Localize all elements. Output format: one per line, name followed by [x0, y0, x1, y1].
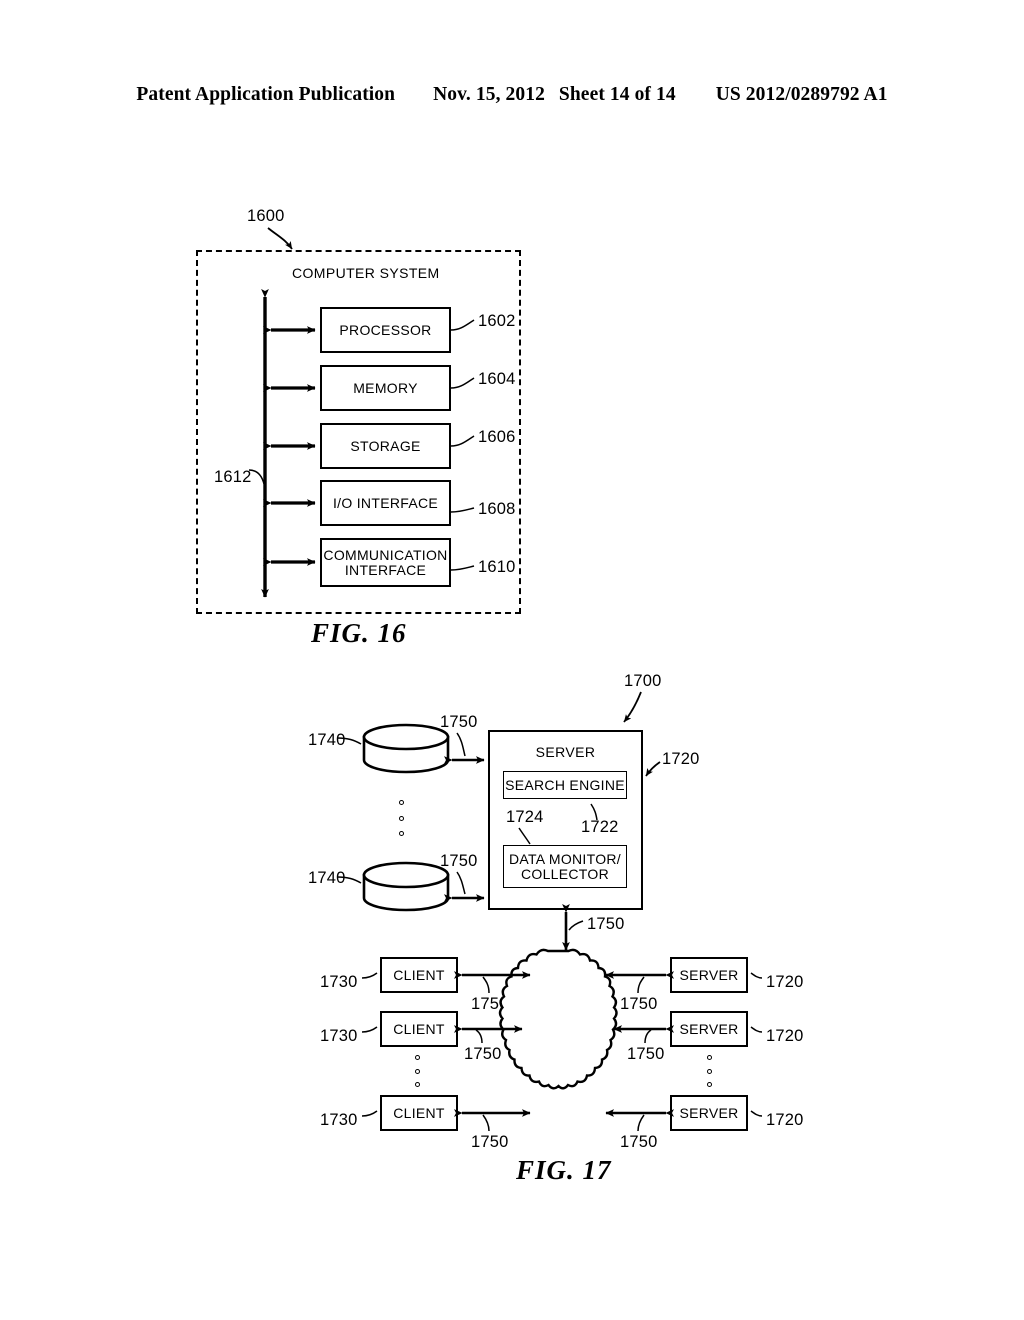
network-server-label-2: SERVER	[679, 1020, 739, 1037]
ref-1730-client-1: 1730	[320, 973, 358, 991]
client-box-3: CLIENT	[380, 1095, 458, 1131]
figure-16-caption: FIG. 16	[311, 618, 407, 648]
ref-1604: 1604	[478, 370, 516, 388]
ref-1724: 1724	[506, 808, 544, 826]
leader-1720-main	[645, 761, 661, 777]
header-sheet-label: Sheet 14 of 14	[558, 84, 676, 105]
network-cloud-icon	[498, 948, 618, 1090]
ref-1602: 1602	[478, 312, 516, 330]
ref-1750-server-link-1: 1750	[620, 995, 658, 1013]
ref-1750-top-store-link: 1750	[440, 713, 478, 731]
page-header: Patent Application Publication Nov. 15, …	[0, 84, 1024, 110]
network-cloud-label: NETWORK 1710	[522, 1027, 616, 1065]
data-store-icon-top	[362, 723, 450, 774]
ref-1750-client-link-2: 1750	[464, 1045, 502, 1063]
ref-1730-client-2: 1730	[320, 1027, 358, 1045]
computer-system-title: COMPUTER SYSTEM	[292, 265, 440, 281]
figure-17-caption: FIG. 17	[516, 1155, 612, 1185]
leader-1700	[623, 691, 642, 723]
network-server-label-1: SERVER	[679, 966, 739, 983]
ref-1720-server-1: 1720	[766, 973, 804, 991]
ref-1710: 1710	[552, 1047, 586, 1063]
header-date-label: Nov. 15, 2012	[433, 84, 545, 105]
io-interface-label: I/O INTERFACE	[332, 494, 439, 511]
ref-1720-server-3: 1720	[766, 1111, 804, 1129]
ref-1740-bottom: 1740	[308, 869, 346, 887]
communication-interface-box: COMMUNICATION INTERFACE	[320, 538, 451, 587]
figure-vector-layer	[248, 227, 763, 1132]
network-name: NETWORK	[532, 1028, 606, 1044]
ref-1750-server-link-3: 1750	[620, 1133, 658, 1151]
leader-1750-bottom	[456, 871, 466, 895]
client-box-1: CLIENT	[380, 957, 458, 993]
ref-1720-main-server: 1720	[662, 750, 700, 768]
main-server-label: SERVER	[535, 744, 596, 760]
data-monitor-collector-box: DATA MONITOR/ COLLECTOR	[503, 845, 627, 888]
memory-label: MEMORY	[353, 379, 418, 396]
client-ellipsis	[414, 1055, 420, 1087]
ref-1750-bottom-store-link: 1750	[440, 852, 478, 870]
ref-1750-uplink: 1750	[587, 915, 625, 933]
ref-1740-top: 1740	[308, 731, 346, 749]
server-ellipsis	[706, 1055, 712, 1087]
ref-1608: 1608	[478, 500, 516, 518]
client-box-2: CLIENT	[380, 1011, 458, 1047]
ref-1750-client-link-3: 1750	[471, 1133, 509, 1151]
search-engine-box: SEARCH ENGINE	[503, 771, 627, 799]
ref-1750-server-link-2: 1750	[627, 1045, 665, 1063]
data-monitor-collector-label: DATA MONITOR/ COLLECTOR	[508, 850, 622, 882]
io-interface-box: I/O INTERFACE	[320, 480, 451, 526]
network-server-box-3: SERVER	[670, 1095, 748, 1131]
storage-label: STORAGE	[350, 437, 421, 454]
leader-1750-top	[456, 732, 466, 757]
network-server-box-2: SERVER	[670, 1011, 748, 1047]
network-server-box-1: SERVER	[670, 957, 748, 993]
storage-box: STORAGE	[320, 423, 451, 469]
ref-1610: 1610	[478, 558, 516, 576]
datastore-ellipsis	[398, 800, 404, 836]
client-label-3: CLIENT	[393, 1104, 445, 1121]
ref-1606: 1606	[478, 428, 516, 446]
communication-interface-label: COMMUNICATION INTERFACE	[323, 546, 448, 578]
ref-1600: 1600	[247, 207, 285, 225]
header-patent-number: US 2012/0289792 A1	[715, 84, 888, 105]
ref-1612-bus: 1612	[214, 468, 252, 486]
search-engine-label: SEARCH ENGINE	[505, 776, 625, 793]
client-label-1: CLIENT	[393, 966, 445, 983]
client-label-2: CLIENT	[393, 1020, 445, 1037]
ref-1722: 1722	[581, 818, 619, 836]
data-store-icon-bottom	[362, 861, 450, 912]
memory-box: MEMORY	[320, 365, 451, 411]
processor-label: PROCESSOR	[339, 321, 432, 338]
leader-1750-uplink	[568, 920, 584, 931]
header-publication-label: Patent Application Publication	[136, 84, 396, 105]
network-server-label-3: SERVER	[679, 1104, 739, 1121]
ref-1700: 1700	[624, 672, 662, 690]
ref-1750-client-link-1: 1750	[471, 995, 509, 1013]
processor-box: PROCESSOR	[320, 307, 451, 353]
leader-1600	[267, 227, 293, 250]
ref-1730-client-3: 1730	[320, 1111, 358, 1129]
ref-1720-server-2: 1720	[766, 1027, 804, 1045]
